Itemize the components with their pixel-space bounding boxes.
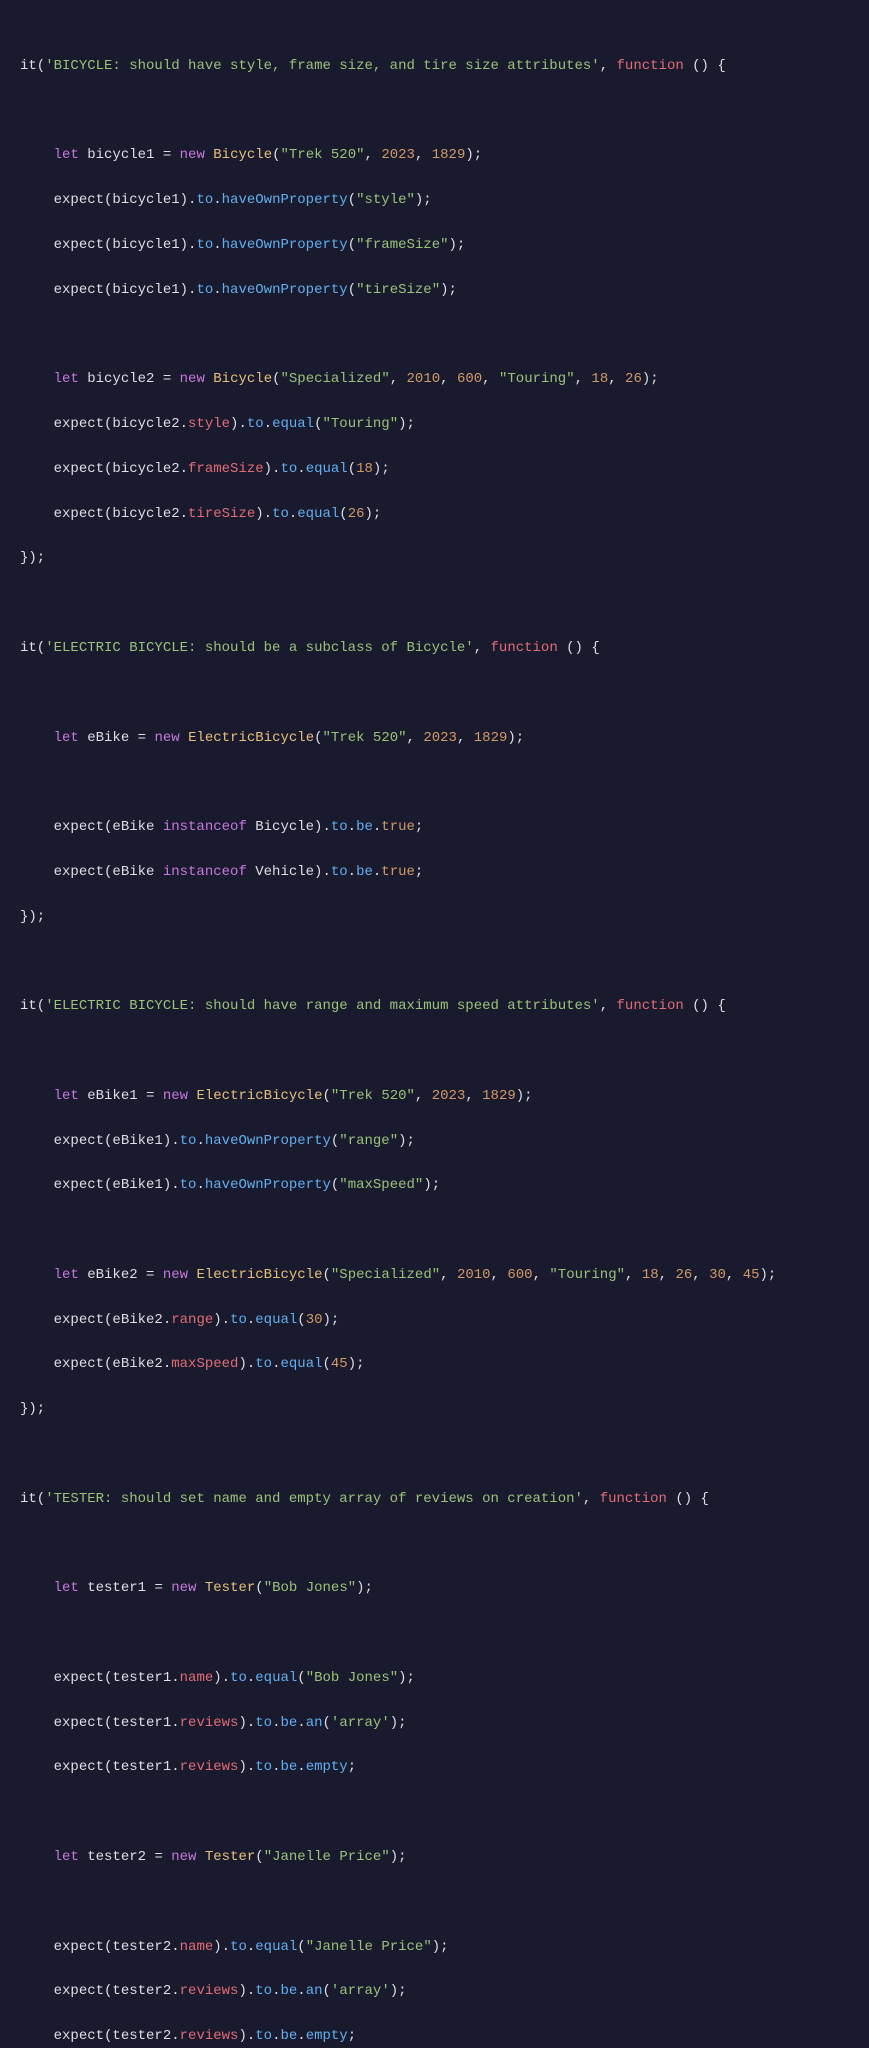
- code-line: it('TESTER: should set name and empty ar…: [20, 1488, 849, 1510]
- code-line: it('ELECTRIC BICYCLE: should have range …: [20, 995, 849, 1017]
- code-line: it('ELECTRIC BICYCLE: should be a subcla…: [20, 637, 849, 659]
- code-line: let bicycle2 = new Bicycle("Specialized"…: [20, 368, 849, 390]
- code-line: expect(eBike1).to.haveOwnProperty("maxSp…: [20, 1174, 849, 1196]
- code-line: let eBike2 = new ElectricBicycle("Specia…: [20, 1264, 849, 1286]
- code-line: [20, 1040, 849, 1062]
- code-line: it('BICYCLE: should have style, frame si…: [20, 55, 849, 77]
- code-line: [20, 1801, 849, 1823]
- code-editor: it('BICYCLE: should have style, frame si…: [20, 10, 849, 2048]
- code-line: expect(bicycle2.tireSize).to.equal(26);: [20, 503, 849, 525]
- code-line: [20, 682, 849, 704]
- code-line: expect(bicycle1).to.haveOwnProperty("sty…: [20, 189, 849, 211]
- code-line: expect(bicycle1).to.haveOwnProperty("fra…: [20, 234, 849, 256]
- code-line: [20, 592, 849, 614]
- code-line: expect(tester2.name).to.equal("Janelle P…: [20, 1936, 849, 1958]
- code-line: expect(bicycle2.frameSize).to.equal(18);: [20, 458, 849, 480]
- code-line: [20, 1622, 849, 1644]
- code-line: let bicycle1 = new Bicycle("Trek 520", 2…: [20, 144, 849, 166]
- code-line: });: [20, 1398, 849, 1420]
- code-line: expect(tester2.reviews).to.be.an('array'…: [20, 1980, 849, 2002]
- code-line: let eBike = new ElectricBicycle("Trek 52…: [20, 727, 849, 749]
- code-line: expect(tester1.name).to.equal("Bob Jones…: [20, 1667, 849, 1689]
- code-line: [20, 100, 849, 122]
- code-line: [20, 1533, 849, 1555]
- code-line: expect(eBike1).to.haveOwnProperty("range…: [20, 1130, 849, 1152]
- code-line: expect(eBike2.maxSpeed).to.equal(45);: [20, 1353, 849, 1375]
- code-line: expect(bicycle2.style).to.equal("Touring…: [20, 413, 849, 435]
- code-line: expect(tester1.reviews).to.be.empty;: [20, 1756, 849, 1778]
- code-line: expect(tester2.reviews).to.be.empty;: [20, 2025, 849, 2047]
- code-line: expect(eBike instanceof Vehicle).to.be.t…: [20, 861, 849, 883]
- code-line: });: [20, 906, 849, 928]
- code-line: [20, 323, 849, 345]
- code-line: let tester2 = new Tester("Janelle Price"…: [20, 1846, 849, 1868]
- code-line: [20, 1219, 849, 1241]
- code-line: [20, 1891, 849, 1913]
- code-line: [20, 1443, 849, 1465]
- code-line: let eBike1 = new ElectricBicycle("Trek 5…: [20, 1085, 849, 1107]
- code-line: [20, 950, 849, 972]
- code-line: expect(eBike instanceof Bicycle).to.be.t…: [20, 816, 849, 838]
- code-line: [20, 771, 849, 793]
- code-line: });: [20, 547, 849, 569]
- code-line: expect(eBike2.range).to.equal(30);: [20, 1309, 849, 1331]
- code-line: expect(bicycle1).to.haveOwnProperty("tir…: [20, 279, 849, 301]
- code-line: expect(tester1.reviews).to.be.an('array'…: [20, 1712, 849, 1734]
- code-line: let tester1 = new Tester("Bob Jones");: [20, 1577, 849, 1599]
